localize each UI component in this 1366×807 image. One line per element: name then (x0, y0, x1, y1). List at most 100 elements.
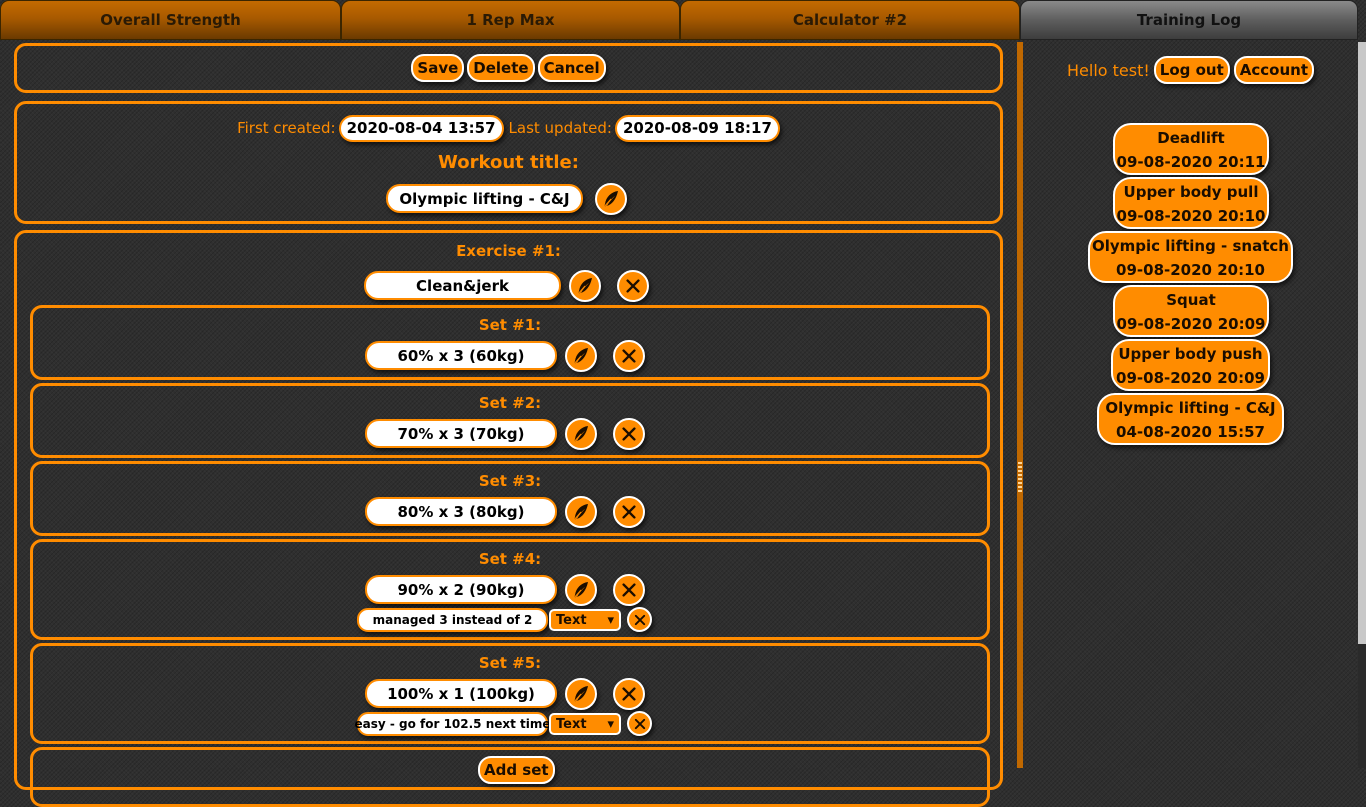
feather-icon (571, 684, 591, 704)
add-set-button[interactable]: Add set (478, 756, 555, 784)
feather-icon (575, 276, 595, 296)
account-button[interactable]: Account (1233, 56, 1314, 84)
tab-bar: Overall Strength 1 Rep Max Calculator #2… (0, 0, 1366, 42)
edit-set-button[interactable] (565, 678, 597, 710)
log-entry[interactable]: Olympic lifting - C&J 04-08-2020 15:57 (1097, 393, 1284, 445)
set-value-field[interactable]: 60% x 3 (60kg) (365, 341, 557, 370)
delete-set-button[interactable] (613, 418, 645, 450)
user-bar: Hello test! Log out Account (1023, 55, 1358, 85)
edit-exercise-button[interactable] (569, 270, 601, 302)
log-entry-title: Upper body push (1118, 345, 1263, 363)
set-value-field[interactable]: 90% x 2 (90kg) (365, 575, 557, 604)
set-label: Set #5: (478, 654, 542, 672)
toolbar-panel: Save Delete Cancel (14, 43, 1003, 93)
log-entry[interactable]: Deadlift 09-08-2020 20:11 (1113, 123, 1269, 175)
edit-set-button[interactable] (565, 340, 597, 372)
greeting-text: Hello test! (1067, 60, 1150, 80)
tab-label: Calculator #2 (792, 11, 908, 29)
last-updated-field: 2020-08-09 18:17 (614, 114, 780, 142)
edit-set-button[interactable] (565, 496, 597, 528)
log-entry-date: 09-08-2020 20:09 (1116, 315, 1266, 333)
log-entry[interactable]: Upper body push 09-08-2020 20:09 (1111, 339, 1270, 391)
exercise-label: Exercise #1: (456, 242, 561, 260)
tab-label: 1 Rep Max (466, 11, 555, 29)
close-icon (620, 425, 638, 443)
note-type-value: Text (556, 716, 587, 732)
note-type-select[interactable]: Text ▾ (549, 713, 621, 735)
log-entry-date: 09-08-2020 20:10 (1116, 207, 1266, 225)
feather-icon (601, 189, 621, 209)
close-icon (633, 717, 647, 731)
note-type-select[interactable]: Text ▾ (549, 609, 621, 631)
tab-1-rep-max[interactable]: 1 Rep Max (341, 0, 680, 40)
tab-overall-strength[interactable]: Overall Strength (0, 0, 341, 40)
delete-set-button[interactable] (613, 496, 645, 528)
log-entry-date: 09-08-2020 20:10 (1116, 261, 1265, 279)
log-entry-title: Squat (1166, 291, 1216, 309)
tab-label: Overall Strength (100, 11, 241, 29)
log-entry-date: 09-08-2020 20:11 (1116, 153, 1266, 171)
log-entry-title: Olympic lifting - C&J (1105, 399, 1276, 417)
log-entry[interactable]: Squat 09-08-2020 20:09 (1113, 285, 1269, 337)
delete-set-button[interactable] (613, 574, 645, 606)
feather-icon (571, 346, 591, 366)
set-panel: Set #2: 70% x 3 (70kg) (30, 383, 990, 458)
log-entry[interactable]: Upper body pull 09-08-2020 20:10 (1113, 177, 1269, 229)
log-entry-date: 04-08-2020 15:57 (1116, 423, 1265, 441)
set-value-field[interactable]: 80% x 3 (80kg) (365, 497, 557, 526)
logout-button[interactable]: Log out (1153, 56, 1230, 84)
log-entry[interactable]: Olympic lifting - snatch 09-08-2020 20:1… (1088, 231, 1293, 283)
log-entry-title: Deadlift (1157, 129, 1225, 147)
feather-icon (571, 580, 591, 600)
delete-set-button[interactable] (613, 340, 645, 372)
log-entry-title: Upper body pull (1123, 183, 1259, 201)
workout-meta-panel: First created: 2020-08-04 13:57 Last upd… (14, 101, 1003, 224)
delete-button[interactable]: Delete (467, 54, 535, 82)
close-icon (620, 581, 638, 599)
first-created-label: First created: (237, 119, 336, 137)
set-panel: Set #4: 90% x 2 (90kg) managed 3 instead… (30, 539, 990, 640)
scrollbar-thumb[interactable] (1358, 42, 1366, 644)
workout-title-label: Workout title: (438, 151, 579, 173)
add-set-panel: Add set (30, 747, 990, 807)
delete-set-button[interactable] (613, 678, 645, 710)
chevron-down-icon: ▾ (607, 716, 614, 732)
delete-exercise-button[interactable] (617, 270, 649, 302)
pane-divider[interactable] (1017, 42, 1023, 768)
log-entry-date: 09-08-2020 20:09 (1116, 369, 1265, 387)
delete-note-button[interactable] (627, 711, 652, 736)
edit-set-button[interactable] (565, 418, 597, 450)
set-panel: Set #1: 60% x 3 (60kg) (30, 305, 990, 380)
set-label: Set #2: (478, 394, 542, 412)
set-label: Set #3: (478, 472, 542, 490)
tab-label: Training Log (1136, 11, 1242, 29)
divider-grip[interactable] (1018, 462, 1022, 492)
workout-title-field[interactable]: Olympic lifting - C&J (386, 184, 583, 213)
tab-training-log[interactable]: Training Log (1020, 0, 1358, 40)
edit-set-button[interactable] (565, 574, 597, 606)
set-note-field[interactable]: managed 3 instead of 2 (357, 608, 548, 632)
cancel-button[interactable]: Cancel (537, 54, 606, 82)
set-panel: Set #3: 80% x 3 (80kg) (30, 461, 990, 536)
exercise-panel: Exercise #1: Clean&jerk Set #1: 60% x 3 … (14, 230, 1003, 807)
tab-calculator-2[interactable]: Calculator #2 (680, 0, 1020, 40)
close-icon (624, 277, 642, 295)
chevron-down-icon: ▾ (607, 612, 614, 628)
exercise-name-field[interactable]: Clean&jerk (364, 271, 561, 300)
edit-title-button[interactable] (595, 183, 627, 215)
delete-note-button[interactable] (627, 607, 652, 632)
save-button[interactable]: Save (411, 54, 465, 82)
set-label: Set #4: (478, 550, 542, 568)
feather-icon (571, 502, 591, 522)
feather-icon (571, 424, 591, 444)
set-note-field[interactable]: easy - go for 102.5 next time (354, 712, 551, 736)
set-value-field[interactable]: 70% x 3 (70kg) (365, 419, 557, 448)
set-label: Set #1: (478, 316, 542, 334)
set-panel: Set #5: 100% x 1 (100kg) easy - go for 1… (30, 643, 990, 744)
last-updated-label: Last updated: (508, 119, 612, 137)
close-icon (620, 347, 638, 365)
close-icon (620, 685, 638, 703)
close-icon (620, 503, 638, 521)
log-entry-title: Olympic lifting - snatch (1092, 237, 1289, 255)
set-value-field[interactable]: 100% x 1 (100kg) (365, 679, 557, 708)
